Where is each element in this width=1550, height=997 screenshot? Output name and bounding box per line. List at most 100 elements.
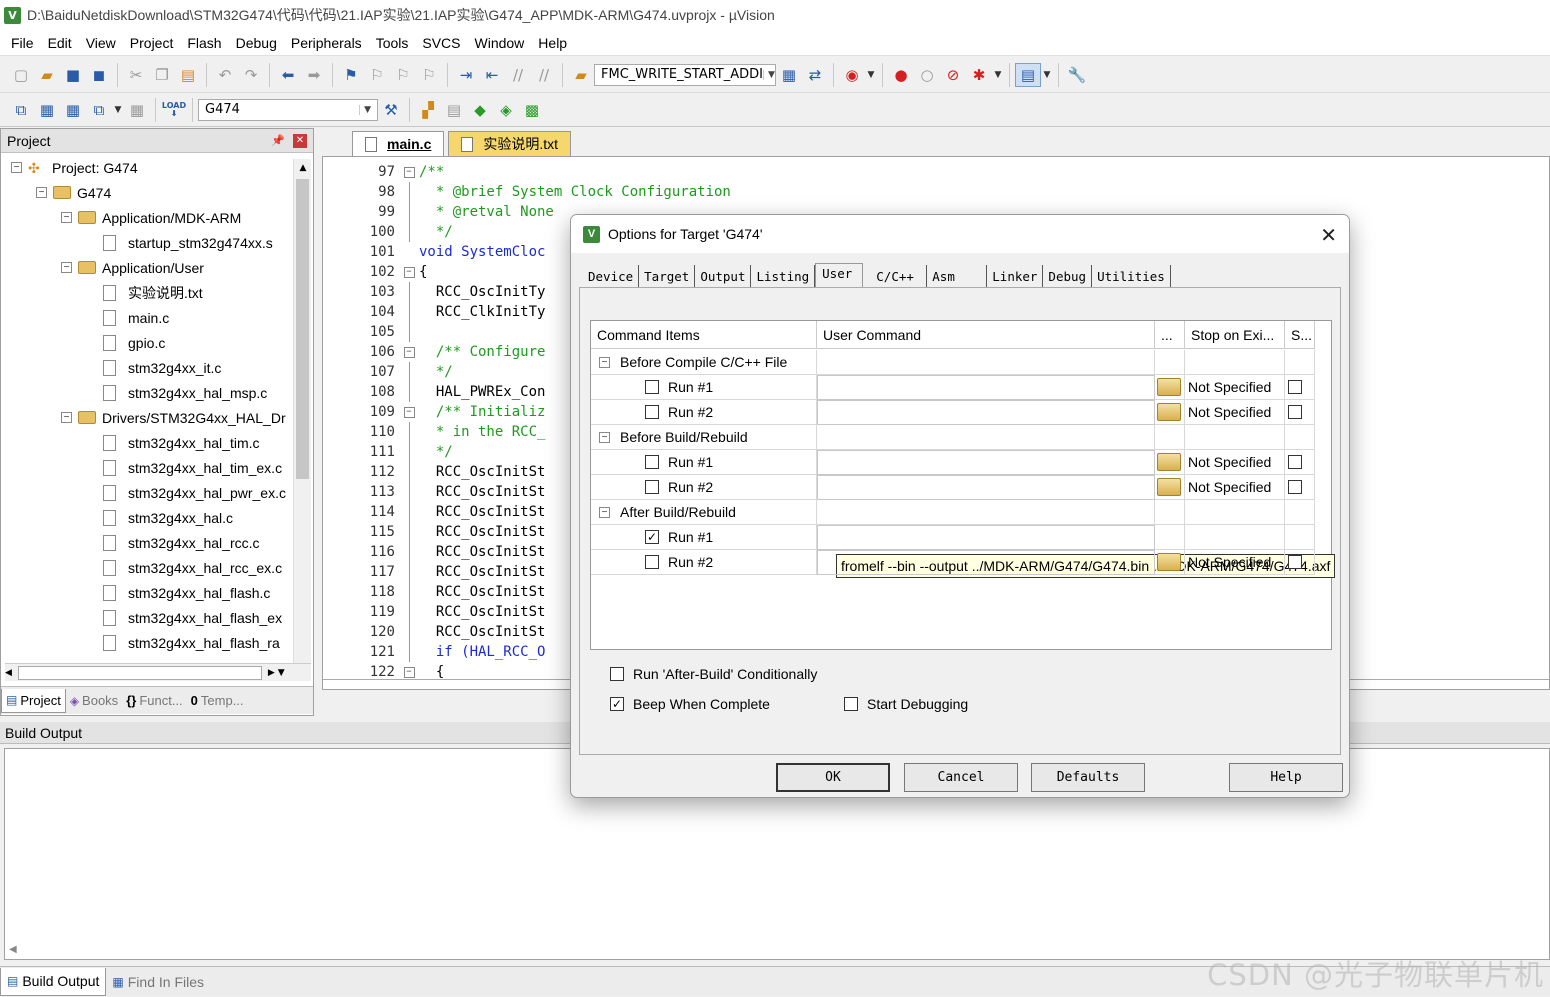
run-after-build-conditionally-option[interactable]: Run 'After-Build' Conditionally	[610, 666, 817, 682]
target-select[interactable]: G474 ▼	[198, 98, 378, 121]
download-icon[interactable]: LOAD ⬇	[161, 98, 187, 122]
fold-toggle-icon[interactable]: −	[403, 166, 415, 178]
command-item-row[interactable]: Run #2 Not Specified	[591, 400, 1333, 425]
tree-item[interactable]: 实验说明.txt	[1, 280, 293, 305]
run-checkbox[interactable]: ✓	[645, 530, 659, 544]
user-command-field[interactable]	[817, 550, 1155, 575]
tree-item[interactable]: stm32g4xx_hal_tim.c	[1, 430, 293, 455]
stop-on-exit-cell[interactable]: Not Specified	[1185, 450, 1285, 475]
command-group-row[interactable]: − After Build/Rebuild	[591, 500, 1333, 525]
command-item-row[interactable]: Run #2 Not Specified	[591, 475, 1333, 500]
command-item-row[interactable]: Run #1 Not Specified	[591, 450, 1333, 475]
dialog-tab-output[interactable]: Output	[695, 265, 752, 287]
tree-horizontal-scrollbar[interactable]: ◀ ▶ ▼	[5, 663, 311, 681]
browse-folder-icon[interactable]	[1157, 453, 1181, 471]
column-header-s[interactable]: S...	[1285, 321, 1315, 349]
tree-item[interactable]: stm32g4xx_hal_rcc_ex.c	[1, 555, 293, 580]
menu-peripherals[interactable]: Peripherals	[284, 35, 369, 51]
column-header-user-command[interactable]: User Command	[817, 321, 1155, 349]
open-file-icon[interactable]: ▰	[34, 63, 60, 87]
code-line[interactable]: 103 RCC_OscInitTy	[323, 282, 545, 302]
tree-item[interactable]: − Drivers/STM32G4xx_HAL_Dr	[1, 405, 293, 430]
code-line[interactable]: 104 RCC_ClkInitTy	[323, 302, 545, 322]
start-debugging-option[interactable]: Start Debugging	[844, 696, 968, 712]
fold-toggle-icon[interactable]: −	[403, 266, 415, 278]
tree-item[interactable]: − Application/User	[1, 255, 293, 280]
code-line[interactable]: 107 */	[323, 362, 453, 382]
user-command-field[interactable]	[817, 375, 1155, 400]
build-icon[interactable]: ▦	[34, 98, 60, 122]
code-line[interactable]: 118 RCC_OscInitSt	[323, 582, 545, 602]
dialog-tab-utilities[interactable]: Utilities	[1092, 265, 1171, 287]
collapse-toggle-icon[interactable]: −	[61, 412, 72, 423]
save-all-icon[interactable]: ◼	[86, 63, 112, 87]
tab-templates[interactable]: 0 Temp...	[187, 689, 248, 713]
tree-item[interactable]: − Application/MDK-ARM	[1, 205, 293, 230]
tree-item[interactable]: gpio.c	[1, 330, 293, 355]
dropdown-arrow-icon[interactable]: ▼	[992, 63, 1004, 87]
code-line[interactable]: 106− /** Configure	[323, 342, 546, 362]
tree-item[interactable]: stm32g4xx_hal_flash_ex	[1, 605, 293, 630]
select-packs-icon[interactable]: ▤	[441, 98, 467, 122]
browse-folder-icon[interactable]	[1157, 553, 1181, 571]
browse-folder-icon[interactable]	[1157, 378, 1181, 396]
next-bookmark-icon[interactable]: ⚐	[390, 63, 416, 87]
menu-edit[interactable]: Edit	[41, 35, 79, 51]
tree-item[interactable]: − G474	[1, 180, 293, 205]
translate-icon[interactable]: ⧉	[8, 98, 34, 122]
breakpoint-icon[interactable]: ●	[888, 63, 914, 87]
user-command-field[interactable]	[817, 525, 1155, 550]
tab-books[interactable]: ◈ Books	[66, 689, 122, 713]
debug-session-icon[interactable]: ◉	[839, 63, 865, 87]
stop-on-exit-cell[interactable]: Not Specified	[1185, 475, 1285, 500]
tree-item[interactable]: stm32g4xx_hal_flash_ra	[1, 630, 293, 655]
batch-build-icon[interactable]: ⧉	[86, 98, 112, 122]
paste-icon[interactable]: ▤	[175, 63, 201, 87]
code-line[interactable]: 109− /** Initializ	[323, 402, 546, 422]
tree-item[interactable]: stm32g4xx_hal_rcc.c	[1, 530, 293, 555]
scroll-left-icon[interactable]: ◀	[9, 944, 17, 955]
code-line[interactable]: 105	[323, 322, 419, 342]
code-line[interactable]: 100 */	[323, 222, 453, 242]
menu-debug[interactable]: Debug	[229, 35, 284, 51]
fold-toggle-icon[interactable]: −	[403, 666, 415, 678]
indent-icon[interactable]: ⇥	[453, 63, 479, 87]
dialog-tab-cc[interactable]: C/C++	[871, 265, 928, 287]
stop-on-exit-cell[interactable]: Not Specified	[1185, 550, 1285, 575]
code-line[interactable]: 120 RCC_OscInitSt	[323, 622, 545, 642]
nav-forward-icon[interactable]: ➡	[301, 63, 327, 87]
tab-project[interactable]: ▤ Project	[1, 688, 66, 713]
command-group-row[interactable]: − Before Compile C/C++ File	[591, 350, 1333, 375]
scroll-right-icon[interactable]: ▶ ▼	[268, 668, 285, 678]
menu-window[interactable]: Window	[468, 35, 532, 51]
uncomment-icon[interactable]: //	[531, 63, 557, 87]
option-checkbox[interactable]	[610, 667, 624, 681]
code-line[interactable]: 121 if (HAL_RCC_O	[323, 642, 545, 662]
dialog-tab-asm[interactable]: Asm	[927, 265, 988, 287]
scroll-left-icon[interactable]: ◀	[5, 668, 12, 678]
redo-icon[interactable]: ↷	[238, 63, 264, 87]
column-header-stop-on-exit[interactable]: Stop on Exi...	[1185, 321, 1285, 349]
collapse-toggle-icon[interactable]: −	[599, 431, 610, 443]
collapse-toggle-icon[interactable]: −	[599, 356, 610, 368]
close-icon[interactable]: ✕	[293, 133, 307, 148]
run-checkbox[interactable]	[645, 455, 659, 469]
window-layout-icon[interactable]: ▤	[1015, 62, 1041, 87]
scrollbar-thumb[interactable]	[17, 665, 262, 680]
tree-item[interactable]: stm32g4xx_hal_msp.c	[1, 380, 293, 405]
code-line[interactable]: 122− {	[323, 662, 445, 682]
run-checkbox[interactable]	[645, 380, 659, 394]
dialog-tab-target[interactable]: Target	[639, 265, 696, 287]
code-line[interactable]: 113 RCC_OscInitSt	[323, 482, 545, 502]
collapse-toggle-icon[interactable]: −	[599, 506, 610, 518]
dropdown-arrow-icon[interactable]: ▼	[1041, 63, 1053, 87]
code-line[interactable]: 115 RCC_OscInitSt	[323, 522, 545, 542]
scroll-up-icon[interactable]: ▲	[294, 159, 312, 177]
tab-build-output[interactable]: ▤ Build Output	[0, 967, 107, 996]
browse-folder-icon[interactable]	[1157, 403, 1181, 421]
undo-icon[interactable]: ↶	[212, 63, 238, 87]
nav-back-icon[interactable]: ⬅	[275, 63, 301, 87]
silent-checkbox[interactable]	[1288, 480, 1302, 494]
save-icon[interactable]: ■	[60, 63, 86, 87]
run-checkbox[interactable]	[645, 555, 659, 569]
